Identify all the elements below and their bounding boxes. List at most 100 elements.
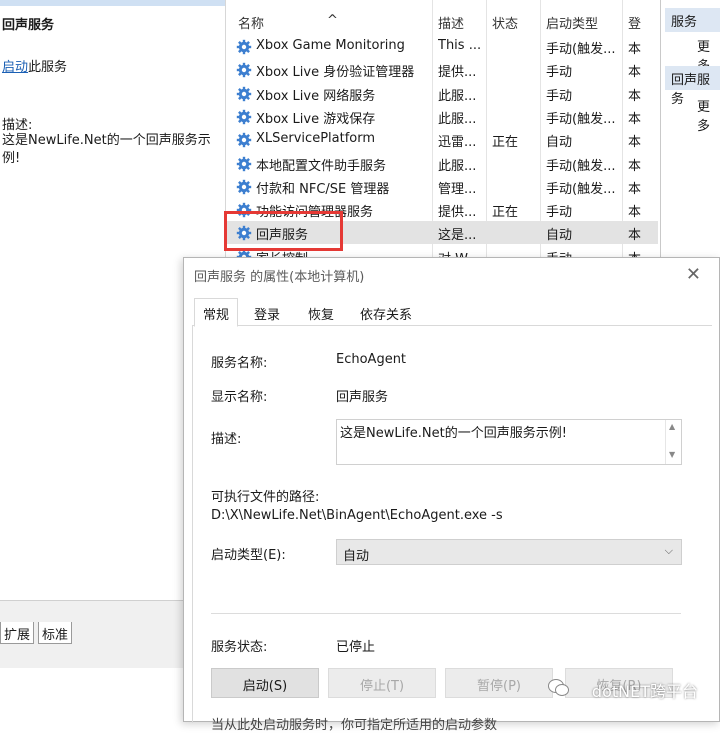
tab-dependencies[interactable]: 依存关系	[360, 304, 412, 323]
service-status-value: 已停止	[336, 640, 376, 655]
sort-ascending-icon: ^	[327, 13, 338, 28]
column-header-logon[interactable]: 登	[628, 13, 641, 32]
cell-desc: 提供...	[438, 205, 477, 221]
description-field-value: 这是NewLife.Net的一个回声服务示例!	[340, 426, 567, 441]
startup-type-select[interactable]: 自动 ⌵	[336, 539, 682, 565]
table-row[interactable]: XLServicePlatform 迅雷... 正在 自动 本	[226, 128, 658, 151]
dialog-tabs: 常规 登录 恢复 依存关系	[192, 298, 712, 327]
display-name-label: 显示名称:	[211, 390, 268, 405]
service-gear-icon	[236, 156, 252, 172]
cell-name: 本地配置文件助手服务	[256, 158, 387, 174]
dialog-title: 回声服务 的属性(本地计算机)	[194, 270, 365, 285]
table-row[interactable]: 付款和 NFC/SE 管理器 管理... 手动(触发... 本	[226, 175, 658, 198]
cell-name: Xbox Live 身份验证管理器	[256, 65, 415, 81]
cell-status: 正在	[492, 205, 519, 221]
service-gear-icon	[236, 179, 252, 195]
watermark-text: dotNET跨平台	[591, 682, 698, 701]
cell-name: XLServicePlatform	[256, 131, 376, 147]
table-row[interactable]: Xbox Live 身份验证管理器 提供... 手动 本	[226, 58, 658, 81]
service-gear-icon	[236, 132, 252, 148]
cell-logon: 本	[628, 42, 642, 57]
pause-button[interactable]: 暂停(P)	[445, 668, 553, 698]
actions-section-echo-service[interactable]: 回声服务	[665, 66, 720, 107]
cell-status: 正在	[492, 135, 519, 151]
list-header: ^ 名称 描述 状态 启动类型 登	[226, 9, 658, 33]
selected-service-title: 回声服务	[2, 18, 55, 33]
start-service-line: 启动此服务	[2, 56, 67, 75]
start-service-suffix: 此服务	[28, 60, 68, 75]
cell-startup: 手动	[546, 65, 573, 81]
cell-desc: 管理...	[438, 181, 477, 197]
cell-desc: 此服...	[438, 111, 477, 127]
start-service-link[interactable]: 启动	[2, 60, 28, 75]
cell-desc: This ...	[438, 38, 482, 53]
cell-logon: 本	[628, 135, 642, 151]
cell-desc: 迅雷...	[438, 135, 477, 151]
table-row[interactable]: Xbox Game Monitoring This ... 手动(触发... 本	[226, 35, 658, 58]
column-header-name[interactable]: 名称	[238, 13, 264, 32]
cell-name: Xbox Live 游戏保存	[256, 111, 376, 127]
general-tab-panel: 服务名称: EchoAgent 显示名称: 回声服务 描述: 这是NewLife…	[192, 326, 712, 733]
left-pane-header-strip	[0, 0, 225, 6]
cell-startup: 手动(触发...	[546, 42, 616, 57]
service-status-label: 服务状态:	[211, 640, 268, 655]
stop-button[interactable]: 停止(T)	[328, 668, 436, 698]
service-gear-icon	[236, 109, 252, 125]
cell-desc: 提供...	[438, 65, 477, 81]
column-header-description[interactable]: 描述	[438, 13, 464, 32]
divider	[211, 613, 681, 614]
service-gear-icon	[236, 86, 252, 102]
start-button[interactable]: 启动(S)	[211, 668, 319, 698]
actions-pane: 服务 更多 回声服务 更多	[660, 0, 720, 260]
cell-logon: 本	[628, 65, 642, 81]
startup-type-value: 自动	[343, 549, 370, 564]
cell-logon: 本	[628, 88, 642, 104]
actions-section-services[interactable]: 服务	[665, 8, 720, 32]
cell-name: Xbox Live 网络服务	[256, 88, 376, 104]
cell-name: Xbox Game Monitoring	[256, 38, 405, 53]
table-row[interactable]: Xbox Live 网络服务 此服... 手动 本	[226, 82, 658, 105]
cell-desc: 这是...	[438, 228, 477, 244]
tab-logon[interactable]: 登录	[254, 304, 280, 323]
description-scrollbar[interactable]: ▲ ▼	[665, 420, 681, 464]
cell-logon: 本	[628, 228, 642, 244]
tab-recovery[interactable]: 恢复	[308, 304, 334, 323]
service-gear-icon	[236, 39, 252, 55]
cell-startup: 手动(触发...	[546, 158, 616, 174]
cell-logon: 本	[628, 111, 642, 127]
scroll-up-icon[interactable]: ▲	[669, 422, 675, 431]
properties-dialog: 回声服务 的属性(本地计算机) ✕ 常规 登录 恢复 依存关系 服务名称: Ec…	[183, 257, 720, 733]
cell-name: 付款和 NFC/SE 管理器	[256, 181, 390, 197]
chevron-down-icon: ⌵	[664, 544, 673, 557]
table-row[interactable]: 本地配置文件助手服务 此服... 手动(触发... 本	[226, 152, 658, 175]
cell-logon: 本	[628, 181, 642, 197]
description-field[interactable]: 这是NewLife.Net的一个回声服务示例! ▲ ▼	[336, 419, 682, 465]
tab-standard[interactable]: 标准	[38, 622, 73, 644]
tab-general[interactable]: 常规	[194, 298, 239, 327]
startup-type-label: 启动类型(E):	[211, 548, 286, 563]
cell-startup: 手动(触发...	[546, 181, 616, 197]
cell-startup: 自动	[546, 135, 573, 151]
display-name-value: 回声服务	[336, 390, 389, 405]
cell-desc: 此服...	[438, 88, 477, 104]
executable-path-value: D:\X\NewLife.Net\BinAgent\EchoAgent.exe …	[211, 508, 503, 523]
close-icon[interactable]: ✕	[686, 264, 701, 285]
description-label: 描述:	[2, 118, 33, 133]
tab-extended[interactable]: 扩展	[0, 622, 35, 644]
service-gear-icon	[236, 62, 252, 78]
actions-more-echo-service[interactable]: 更多	[697, 96, 720, 134]
cell-startup: 手动	[546, 88, 573, 104]
start-parameters-hint: 当从此处启动服务时，你可指定所适用的启动参数	[211, 718, 498, 733]
description-field-label: 描述:	[211, 432, 242, 447]
column-header-startup-type[interactable]: 启动类型	[546, 13, 598, 32]
cell-desc: 此服...	[438, 158, 477, 174]
executable-path-label: 可执行文件的路径:	[211, 490, 320, 505]
column-header-status[interactable]: 状态	[492, 13, 518, 32]
highlight-box	[224, 211, 343, 251]
scroll-down-icon[interactable]: ▼	[669, 450, 675, 459]
cell-logon: 本	[628, 158, 642, 174]
cell-startup: 手动(触发...	[546, 111, 616, 127]
table-row[interactable]: Xbox Live 游戏保存 此服... 手动(触发... 本	[226, 105, 658, 128]
cell-startup: 手动	[546, 205, 573, 221]
cell-logon: 本	[628, 205, 642, 221]
